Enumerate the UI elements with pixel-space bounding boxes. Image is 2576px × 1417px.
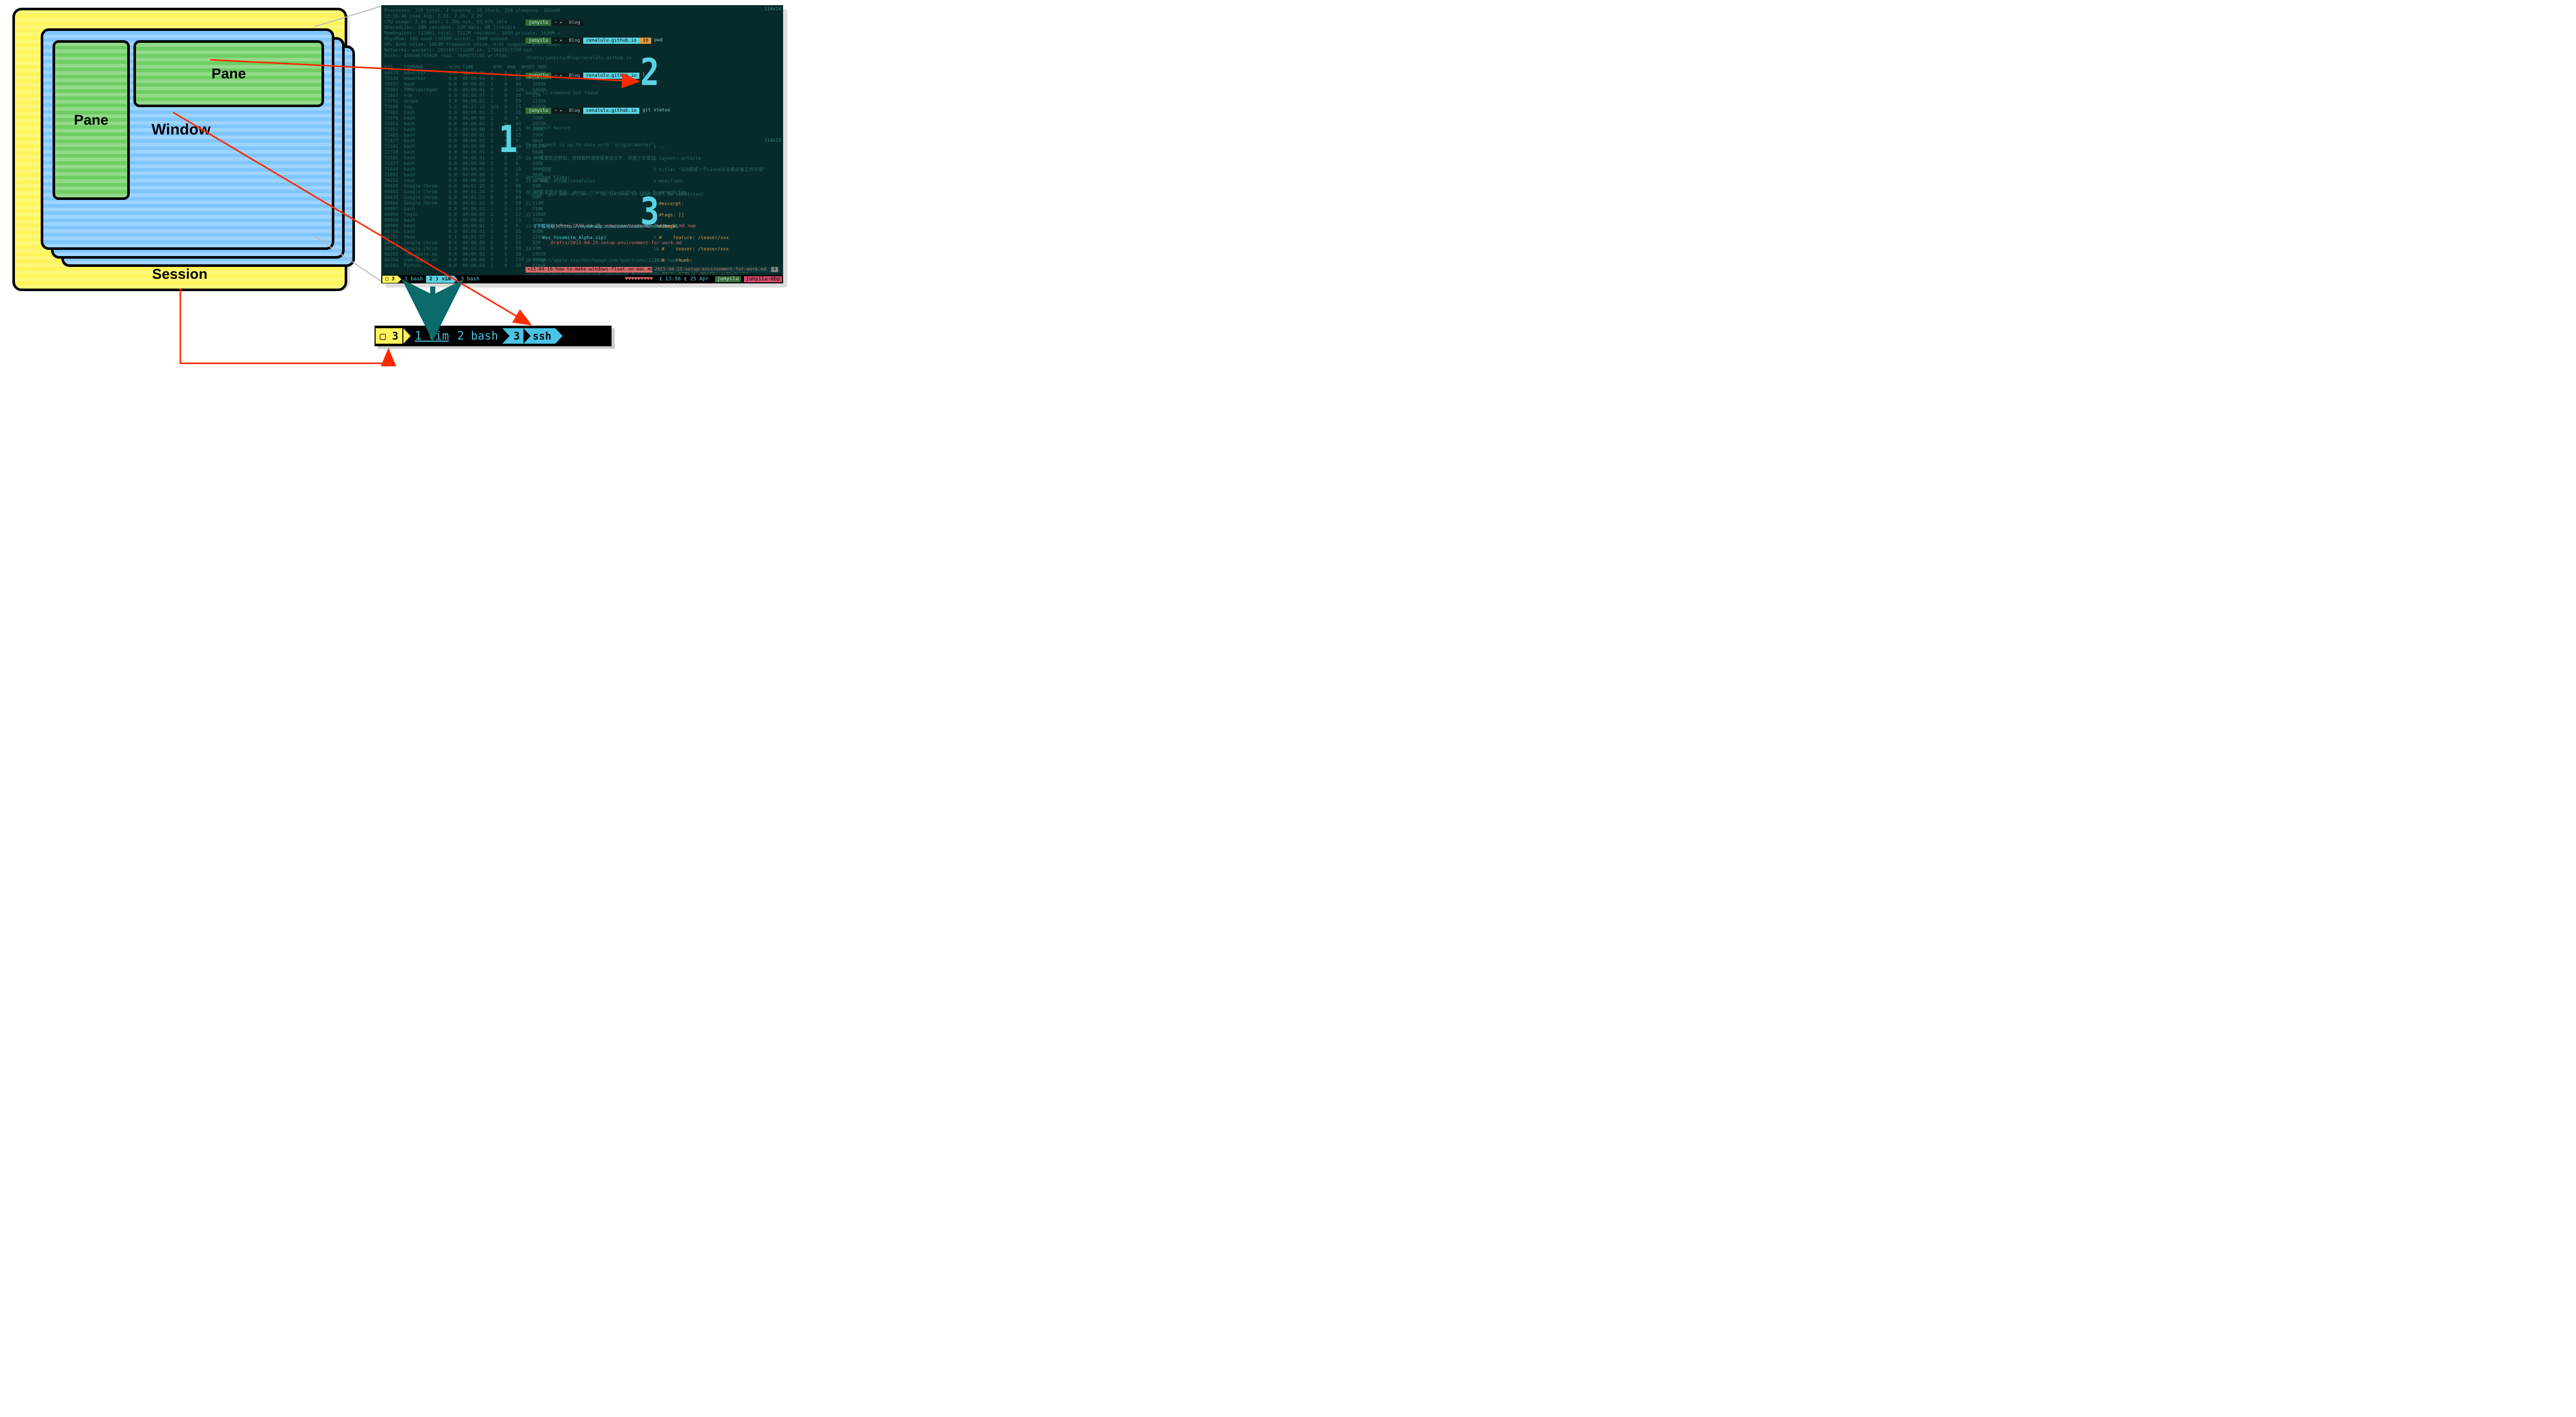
pane-left-label: Pane — [74, 112, 109, 128]
pane-top-label: Pane — [212, 65, 246, 82]
hearts-icon: ♥♥♥♥♥♥♥♥♥ — [625, 276, 653, 282]
tmux-status-zoom: ▢ 3 1 vim 2 bash 3 ssh — [375, 326, 612, 346]
zoom-win-3-num[interactable]: 3 — [510, 328, 524, 344]
tmux-win-3[interactable]: 3 bash — [457, 275, 482, 283]
pane-top-box: Pane — [133, 40, 324, 107]
tmux-status-bar[interactable]: ▢ 3 1 bash 2 ❯ vim 3 bash ♥♥♥♥♥♥♥♥♥ ❮ 13… — [381, 275, 783, 283]
chevron-right-icon — [502, 328, 510, 344]
zoom-session-indicator[interactable]: ▢ 3 — [375, 327, 403, 345]
bottom-right-vim-pane[interactable]: 1 --- 2 layout: article 3 title: "从0搭建一个… — [653, 139, 780, 273]
window-box-front: Pane Pane Window — [41, 28, 334, 250]
pane-digit-3: 3 — [640, 196, 657, 227]
zoom-win-2[interactable]: 2 bash — [453, 330, 502, 343]
chevron-right-icon — [555, 328, 563, 344]
terminal-screenshot: 114x24 114x23 Processes: 356 total, 3 ru… — [381, 5, 783, 283]
status-host: junyilu-mbp — [744, 276, 782, 282]
tmux-win-1[interactable]: 1 bash — [401, 275, 426, 283]
chevron-right-icon — [403, 328, 411, 344]
bottom-left-vim-pane[interactable]: 15 16 > 文章欢迎转载，但转载时请保留本段文字，并置于文章的 顶部 19 … — [526, 139, 649, 273]
session-box: Pane Pane Window Session — [12, 8, 347, 291]
status-user: junyilu — [715, 276, 741, 282]
tmux-session-indicator[interactable]: ▢ 3 — [382, 276, 398, 283]
pane-left-box: Pane — [53, 40, 130, 200]
prompt-user: junyilu — [526, 20, 551, 26]
session-label: Session — [152, 266, 207, 282]
tmux-win-2-current[interactable]: 2 ❯ vim — [426, 276, 454, 283]
zoom-win-1[interactable]: 1 vim — [415, 330, 449, 343]
clock: ❮ 13:56 ❮ 25 Apr — [656, 276, 711, 282]
pane-digit-1: 1 — [499, 124, 515, 155]
window-label: Window — [151, 121, 211, 139]
vim-status-line: <15-04-16-how-to-make-windows-float-on-m… — [526, 267, 780, 273]
pane-digit-2: 2 — [640, 57, 657, 88]
